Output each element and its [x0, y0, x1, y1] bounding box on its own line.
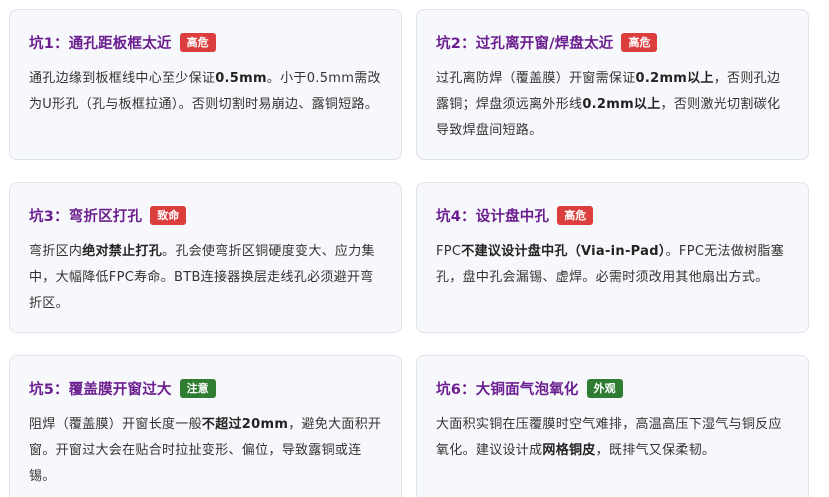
card-header: 坑4：设计盘中孔 高危: [436, 203, 789, 227]
body-text: FPC: [436, 244, 462, 259]
emphasis-text: 0.2mm以上: [635, 71, 714, 86]
emphasis-text: 网格铜皮: [542, 443, 596, 458]
emphasis-text: 0.5mm: [215, 71, 267, 86]
card-title: 坑5：覆盖膜开窗过大: [29, 381, 172, 398]
card-header: 坑6：大铜面气泡氧化 外观: [436, 376, 789, 400]
severity-badge: 外观: [586, 378, 623, 398]
card-header: 坑1：通孔距板框太近 高危: [29, 30, 382, 54]
pitfall-card: 坑2：过孔离开窗/焊盘太近 高危 过孔离防焊（覆盖膜）开窗需保证0.2mm以上，…: [416, 9, 809, 160]
emphasis-text: 0.2mm以上: [582, 97, 661, 112]
card-title: 坑6：大铜面气泡氧化: [436, 381, 579, 398]
card-header: 坑5：覆盖膜开窗过大 注意: [29, 376, 382, 400]
emphasis-text: 不超过20mm: [201, 417, 289, 432]
body-text: 阻焊（覆盖膜）开窗长度一般: [29, 417, 202, 432]
card-body: 阻焊（覆盖膜）开窗长度一般不超过20mm，避免大面积开窗。开窗过大会在贴合时拉扯…: [29, 412, 382, 490]
pitfall-card: 坑5：覆盖膜开窗过大 注意 阻焊（覆盖膜）开窗长度一般不超过20mm，避免大面积…: [9, 355, 402, 497]
severity-badge: 高危: [621, 32, 658, 52]
severity-badge: 注意: [179, 378, 216, 398]
card-title: 坑1：通孔距板框太近: [29, 35, 172, 52]
pitfall-card: 坑6：大铜面气泡氧化 外观 大面积实铜在压覆膜时空气难排，高温高压下湿气与铜反应…: [416, 355, 809, 497]
card-title: 坑4：设计盘中孔: [436, 208, 550, 225]
severity-badge: 高危: [179, 32, 216, 52]
card-header: 坑2：过孔离开窗/焊盘太近 高危: [436, 30, 789, 54]
severity-badge: 高危: [557, 205, 594, 225]
card-title: 坑2：过孔离开窗/焊盘太近: [436, 35, 614, 52]
card-body: 通孔边缘到板框线中心至少保证0.5mm。小于0.5mm需改为U形孔（孔与板框拉通…: [29, 66, 382, 118]
body-text: 弯折区内: [29, 244, 83, 259]
card-body: 大面积实铜在压覆膜时空气难排，高温高压下湿气与铜反应氧化。建议设计成网格铜皮，既…: [436, 412, 789, 464]
emphasis-text: 绝对禁止打孔: [82, 244, 163, 259]
emphasis-text: 不建议设计盘中孔（Via-in-Pad）: [461, 244, 666, 259]
body-text: 通孔边缘到板框线中心至少保证: [29, 71, 216, 86]
pitfall-grid: 坑1：通孔距板框太近 高危 通孔边缘到板框线中心至少保证0.5mm。小于0.5m…: [0, 0, 829, 497]
card-body: FPC不建议设计盘中孔（Via-in-Pad）。FPC无法做树脂塞孔，盘中孔会漏…: [436, 239, 789, 291]
pitfall-card: 坑3：弯折区打孔 致命 弯折区内绝对禁止打孔。孔会使弯折区铜硬度变大、应力集中，…: [9, 182, 402, 333]
card-header: 坑3：弯折区打孔 致命: [29, 203, 382, 227]
body-text: 过孔离防焊（覆盖膜）开窗需保证: [436, 71, 636, 86]
card-title: 坑3：弯折区打孔: [29, 208, 143, 225]
body-text: ，既排气又保柔韧。: [595, 443, 716, 458]
pitfall-card: 坑4：设计盘中孔 高危 FPC不建议设计盘中孔（Via-in-Pad）。FPC无…: [416, 182, 809, 333]
card-body: 过孔离防焊（覆盖膜）开窗需保证0.2mm以上，否则孔边露铜；焊盘须远离外形线0.…: [436, 66, 789, 144]
card-body: 弯折区内绝对禁止打孔。孔会使弯折区铜硬度变大、应力集中，大幅降低FPC寿命。BT…: [29, 239, 382, 317]
pitfall-card: 坑1：通孔距板框太近 高危 通孔边缘到板框线中心至少保证0.5mm。小于0.5m…: [9, 9, 402, 160]
severity-badge: 致命: [150, 205, 187, 225]
